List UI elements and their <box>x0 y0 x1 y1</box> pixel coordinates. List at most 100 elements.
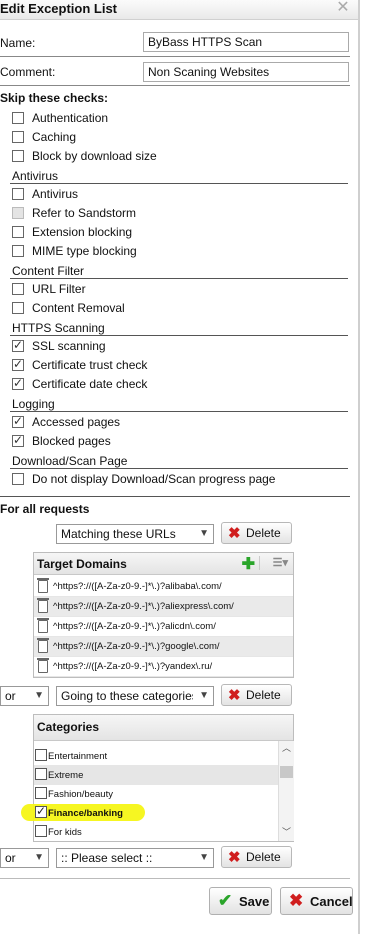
blocked-pages-label: Blocked pages <box>32 434 111 448</box>
cert-trust-label: Certificate trust check <box>32 358 148 372</box>
divider <box>10 335 348 336</box>
delete-label: Delete <box>246 688 281 702</box>
requests-heading: For all requests <box>0 502 90 516</box>
chevron-down-icon: ▼ <box>199 528 209 539</box>
category-checkbox[interactable] <box>35 768 47 780</box>
ssl-scanning-checkbox[interactable] <box>12 338 24 352</box>
scroll-up-icon[interactable]: ︿ <box>279 741 294 756</box>
cert-trust-checkbox[interactable] <box>12 357 24 371</box>
cert-date-label: Certificate date check <box>32 377 148 391</box>
authentication-checkbox[interactable] <box>12 112 24 124</box>
cancel-label: Cancel <box>310 894 353 909</box>
category-label: Extreme <box>48 770 84 781</box>
divider <box>10 411 348 412</box>
category-checkbox[interactable] <box>35 787 47 799</box>
domain-row[interactable]: ^https?://([A-Za-z0-9.-]*\.)?aliexpress\… <box>34 597 293 617</box>
domain-row[interactable]: ^https?://([A-Za-z0-9.-]*\.)?yandex\.ru/ <box>34 657 293 677</box>
domain-pattern: ^https?://([A-Za-z0-9.-]*\.)?alicdn\.com… <box>53 621 216 632</box>
comment-input[interactable]: Non Scaning Websites <box>143 62 349 82</box>
https-heading: HTTPS Scanning <box>12 321 105 335</box>
domain-pattern: ^https?://([A-Za-z0-9.-]*\.)?google\.com… <box>53 641 220 652</box>
save-button[interactable]: ✔ Save <box>209 887 272 915</box>
divider <box>10 468 348 469</box>
condition-select-2-value: Going to these categories <box>61 689 193 703</box>
extension-blocking-checkbox[interactable] <box>12 226 24 238</box>
content-removal-checkbox[interactable] <box>12 302 24 314</box>
scroll-thumb[interactable] <box>280 766 293 778</box>
condition-select-3[interactable]: :: Please select :: ▼ <box>56 848 214 868</box>
target-domains-panel: Target Domains ✚ ☰▾ ^https?://([A-Za-z0-… <box>33 552 294 678</box>
target-domains-title: Target Domains <box>37 557 127 571</box>
condition-select-3-value: :: Please select :: <box>61 851 153 865</box>
condition-select-1[interactable]: Matching these URLs ▼ <box>56 524 214 544</box>
delete-x-icon: ✖ <box>228 849 241 866</box>
list-menu-icon[interactable]: ☰▾ <box>273 556 288 569</box>
category-label: Fashion/beauty <box>48 789 113 800</box>
category-row[interactable]: Finance/banking <box>34 803 278 823</box>
divider <box>0 878 350 879</box>
trash-icon[interactable] <box>37 598 49 613</box>
join-select-3[interactable]: or ▼ <box>0 848 49 868</box>
category-row[interactable]: Extreme <box>34 765 278 785</box>
condition-select-1-value: Matching these URLs <box>61 527 176 541</box>
name-label: Name: <box>0 36 36 50</box>
no-progress-page-checkbox[interactable] <box>12 473 24 485</box>
sandstorm-checkbox <box>12 207 24 219</box>
url-filter-checkbox[interactable] <box>12 283 24 295</box>
skip-heading: Skip these checks: <box>0 91 109 105</box>
download-size-checkbox[interactable] <box>12 150 24 162</box>
delete-button-3[interactable]: ✖ Delete <box>221 846 292 868</box>
delete-button-1[interactable]: ✖ Delete <box>221 522 292 544</box>
antivirus-heading: Antivirus <box>12 169 59 183</box>
category-label: Entertainment <box>48 751 108 762</box>
accessed-pages-label: Accessed pages <box>32 415 121 429</box>
join-select-2[interactable]: or ▼ <box>0 686 49 706</box>
trash-icon[interactable] <box>37 578 49 593</box>
category-checkbox[interactable] <box>35 804 47 818</box>
checkmark-icon: ✔ <box>218 891 233 910</box>
caching-checkbox[interactable] <box>12 131 24 143</box>
delete-label: Delete <box>246 526 281 540</box>
cert-date-checkbox[interactable] <box>12 376 24 390</box>
extension-blocking-label: Extension blocking <box>32 225 133 239</box>
join-select-2-value: or <box>5 689 16 703</box>
category-row[interactable]: For kids <box>34 822 278 840</box>
dialog-titlebar: Edit Exception List ✕ <box>0 0 358 20</box>
domain-row[interactable]: ^https?://([A-Za-z0-9.-]*\.)?alicdn\.com… <box>34 617 293 637</box>
target-domains-header: Target Domains ✚ ☰▾ <box>34 553 293 575</box>
close-icon[interactable]: ✕ <box>336 0 350 16</box>
domain-row[interactable]: ^https?://([A-Za-z0-9.-]*\.)?google\.com… <box>34 637 293 657</box>
accessed-pages-checkbox[interactable] <box>12 414 24 428</box>
delete-button-2[interactable]: ✖ Delete <box>221 684 292 706</box>
url-filter-label: URL Filter <box>32 282 86 296</box>
scroll-down-icon[interactable]: ﹀ <box>279 825 294 840</box>
chevron-down-icon: ▼ <box>34 690 44 701</box>
categories-scrollbar[interactable]: ︿ ﹀ <box>278 741 294 841</box>
blocked-pages-checkbox[interactable] <box>12 433 24 447</box>
category-row[interactable]: Entertainment <box>34 746 278 766</box>
name-input[interactable]: ByBass HTTPS Scan <box>143 32 349 52</box>
cancel-button[interactable]: ✖ Cancel <box>280 887 353 915</box>
authentication-label: Authentication <box>32 111 109 125</box>
category-checkbox[interactable] <box>35 749 47 761</box>
category-row[interactable]: Fashion/beauty <box>34 784 278 804</box>
mime-blocking-checkbox[interactable] <box>12 245 24 257</box>
chevron-down-icon: ▼ <box>199 852 209 863</box>
trash-icon[interactable] <box>37 618 49 633</box>
mime-blocking-label: MIME type blocking <box>32 244 137 258</box>
domain-pattern: ^https?://([A-Za-z0-9.-]*\.)?yandex\.ru/ <box>53 661 213 672</box>
domain-pattern: ^https?://([A-Za-z0-9.-]*\.)?aliexpress\… <box>53 601 234 612</box>
condition-select-2[interactable]: Going to these categories ▼ <box>56 686 214 706</box>
delete-label: Delete <box>246 850 281 864</box>
comment-label: Comment: <box>0 65 56 79</box>
domain-row[interactable]: ^https?://([A-Za-z0-9.-]*\.)?alibaba\.co… <box>34 577 293 597</box>
add-icon[interactable]: ✚ <box>242 554 255 574</box>
trash-icon[interactable] <box>37 658 49 673</box>
delete-x-icon: ✖ <box>228 525 241 542</box>
no-progress-page-label: Do not display Download/Scan progress pa… <box>32 472 276 486</box>
antivirus-checkbox[interactable] <box>12 188 24 200</box>
join-select-3-value: or <box>5 851 16 865</box>
sandstorm-label: Refer to Sandstorm <box>32 206 137 220</box>
trash-icon[interactable] <box>37 638 49 653</box>
category-checkbox[interactable] <box>35 825 47 837</box>
